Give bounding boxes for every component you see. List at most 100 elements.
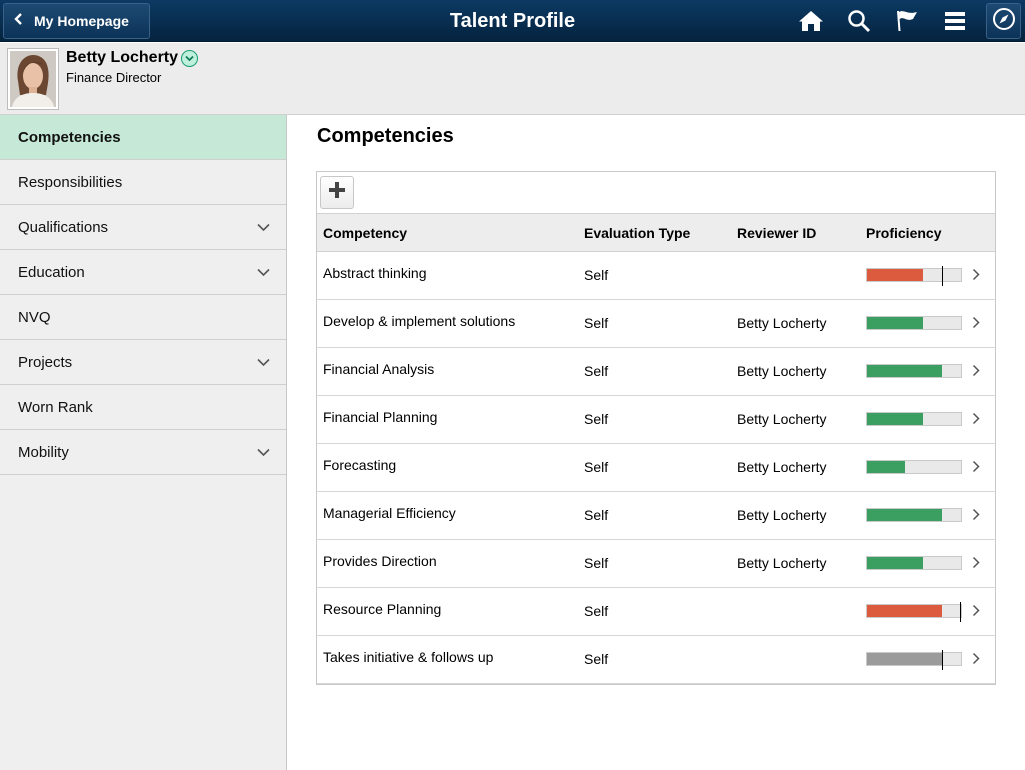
sidebar-item-label: Mobility [18, 443, 69, 461]
table-row[interactable]: Provides Direction Self Betty Locherty [317, 540, 995, 588]
chevron-right-icon[interactable] [972, 460, 980, 476]
proficiency-bar [866, 556, 962, 570]
chevron-right-icon[interactable] [972, 364, 980, 380]
chevron-down-icon[interactable] [257, 444, 270, 461]
proficiency-bar-fill [867, 365, 942, 377]
sidebar-item-mobility[interactable]: Mobility [0, 430, 286, 475]
competency-name: Financial Analysis [323, 361, 435, 377]
chevron-down-icon[interactable] [257, 219, 270, 236]
section-title: Competencies [317, 125, 454, 147]
proficiency-bar-fill [867, 269, 923, 281]
sidebar-item-label: Education [18, 263, 85, 281]
menu-icon[interactable] [935, 0, 975, 42]
back-button-label: My Homepage [34, 13, 129, 29]
evaluation-type: Self [584, 411, 609, 427]
sidebar-item-competencies[interactable]: Competencies [0, 115, 286, 160]
evaluation-type: Self [584, 603, 609, 619]
add-competency-button[interactable] [320, 176, 354, 209]
proficiency-bar-fill [867, 653, 942, 665]
plus-icon [329, 182, 345, 203]
proficiency-bar [866, 364, 962, 378]
evaluation-type: Self [584, 651, 609, 667]
table-row[interactable]: Managerial Efficiency Self Betty Lochert… [317, 492, 995, 540]
back-to-homepage-button[interactable]: My Homepage [3, 3, 150, 39]
table-row[interactable]: Resource Planning Self [317, 588, 995, 636]
chevron-right-icon[interactable] [972, 604, 980, 620]
evaluation-type: Self [584, 315, 609, 331]
chevron-right-icon[interactable] [972, 316, 980, 332]
chevron-down-circle-icon[interactable] [181, 49, 199, 67]
proficiency-bar-fill [867, 461, 905, 473]
chevron-right-icon[interactable] [972, 412, 980, 428]
evaluation-type: Self [584, 555, 609, 571]
home-icon[interactable] [791, 0, 831, 42]
competency-name: Managerial Efficiency [323, 505, 456, 521]
table-row[interactable]: Develop & implement solutions Self Betty… [317, 300, 995, 348]
sidebar-item-label: Responsibilities [18, 173, 123, 191]
evaluation-type: Self [584, 267, 609, 283]
table-row[interactable]: Forecasting Self Betty Locherty [317, 444, 995, 492]
banner: My Homepage Talent Profile [0, 0, 1025, 42]
column-header-evaluation-type[interactable]: Evaluation Type [584, 225, 690, 241]
proficiency-bar-fill [867, 557, 923, 569]
sidebar-item-label: Competencies [18, 128, 121, 146]
reviewer-id: Betty Locherty [737, 555, 827, 571]
flag-icon[interactable] [887, 0, 927, 42]
evaluation-type: Self [584, 363, 609, 379]
sidebar-item-label: Qualifications [18, 218, 109, 236]
proficiency-bar [866, 316, 962, 330]
column-header-competency[interactable]: Competency [323, 225, 407, 241]
competency-name: Abstract thinking [323, 265, 427, 281]
reviewer-id: Betty Locherty [737, 507, 827, 523]
reviewer-id: Betty Locherty [737, 459, 827, 475]
sidebar-item-label: Worn Rank [18, 398, 93, 416]
column-header-reviewer-id[interactable]: Reviewer ID [737, 225, 816, 241]
chevron-down-icon[interactable] [257, 354, 270, 371]
sidebar-item-education[interactable]: Education [0, 250, 286, 295]
sidebar-item-projects[interactable]: Projects [0, 340, 286, 385]
competency-name: Takes initiative & follows up [323, 649, 494, 665]
proficiency-bar [866, 508, 962, 522]
sidebar-item-worn-rank[interactable]: Worn Rank [0, 385, 286, 430]
target-marker [942, 650, 943, 670]
profile-name: Betty Locherty [66, 49, 199, 67]
reviewer-id: Betty Locherty [737, 363, 827, 379]
sidebar-item-responsibilities[interactable]: Responsibilities [0, 160, 286, 205]
avatar [7, 48, 59, 110]
competency-name: Provides Direction [323, 553, 437, 569]
target-marker [942, 266, 943, 286]
profile-name-text: Betty Locherty [66, 49, 179, 66]
navbar-button[interactable] [986, 3, 1021, 39]
reviewer-id: Betty Locherty [737, 411, 827, 427]
reviewer-id: Betty Locherty [737, 315, 827, 331]
search-icon[interactable] [839, 0, 879, 42]
competency-name: Resource Planning [323, 601, 442, 617]
compass-icon [992, 7, 1016, 36]
table-row[interactable]: Financial Analysis Self Betty Locherty [317, 348, 995, 396]
sidebar-item-qualifications[interactable]: Qualifications [0, 205, 286, 250]
table-row[interactable]: Takes initiative & follows up Self [317, 636, 995, 684]
proficiency-bar [866, 460, 962, 474]
sidebar-item-label: NVQ [18, 308, 51, 326]
competencies-grid: Competency Evaluation Type Reviewer ID P… [316, 171, 996, 685]
proficiency-bar-fill [867, 413, 923, 425]
chevron-right-icon[interactable] [972, 508, 980, 524]
proficiency-bar [866, 266, 962, 286]
chevron-right-icon[interactable] [972, 268, 980, 284]
proficiency-bar [866, 412, 962, 426]
profile-job-title: Finance Director [66, 70, 162, 85]
chevron-right-icon[interactable] [972, 652, 980, 668]
table-row[interactable]: Abstract thinking Self [317, 252, 995, 300]
sidebar: Competencies Responsibilities Qualificat… [0, 115, 287, 770]
chevron-down-icon[interactable] [257, 264, 270, 281]
proficiency-bar-fill [867, 509, 942, 521]
chevron-left-icon [4, 12, 34, 30]
target-marker [960, 602, 961, 622]
table-row[interactable]: Financial Planning Self Betty Locherty [317, 396, 995, 444]
proficiency-bar-fill [867, 317, 923, 329]
sidebar-item-nvq[interactable]: NVQ [0, 295, 286, 340]
proficiency-bar-fill [867, 605, 942, 617]
column-header-proficiency[interactable]: Proficiency [866, 225, 941, 241]
chevron-right-icon[interactable] [972, 556, 980, 572]
competency-name: Forecasting [323, 457, 397, 473]
